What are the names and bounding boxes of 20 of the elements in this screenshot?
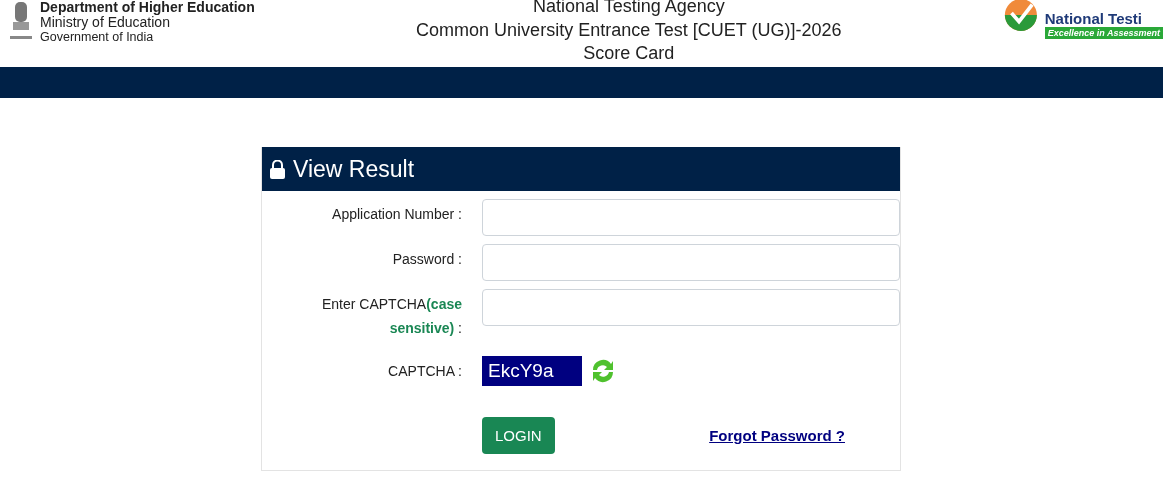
forgot-password-link[interactable]: Forgot Password ? — [709, 427, 845, 444]
government-name: Government of India — [40, 30, 155, 45]
logo-tagline: Excellence in Assessment — [1044, 27, 1163, 39]
field-label: Enter CAPTCHA(case sensitive) : — [320, 295, 462, 338]
input-field[interactable] — [482, 244, 900, 281]
logo-name: National Testi — [1044, 10, 1143, 27]
input-field[interactable] — [482, 289, 900, 326]
field-label: CAPTCHA : — [387, 362, 462, 381]
field-label: Password : — [391, 250, 462, 269]
department-name: Department of Higher Education — [40, 0, 255, 15]
captcha-image: EkcY9a — [482, 356, 582, 386]
page-title: Common University Entrance Test [CUET (UG)]-2026 — [416, 18, 842, 42]
card-title: View Result — [293, 155, 415, 183]
login-button[interactable]: LOGIN — [482, 417, 555, 454]
page-title: Score Card — [583, 42, 675, 65]
checkmark-logo-icon — [1003, 0, 1039, 34]
field-label: Application Number : — [331, 205, 462, 224]
ministry-name: Ministry of Education — [40, 15, 170, 30]
lock-icon — [270, 159, 285, 179]
input-field[interactable] — [482, 199, 900, 236]
